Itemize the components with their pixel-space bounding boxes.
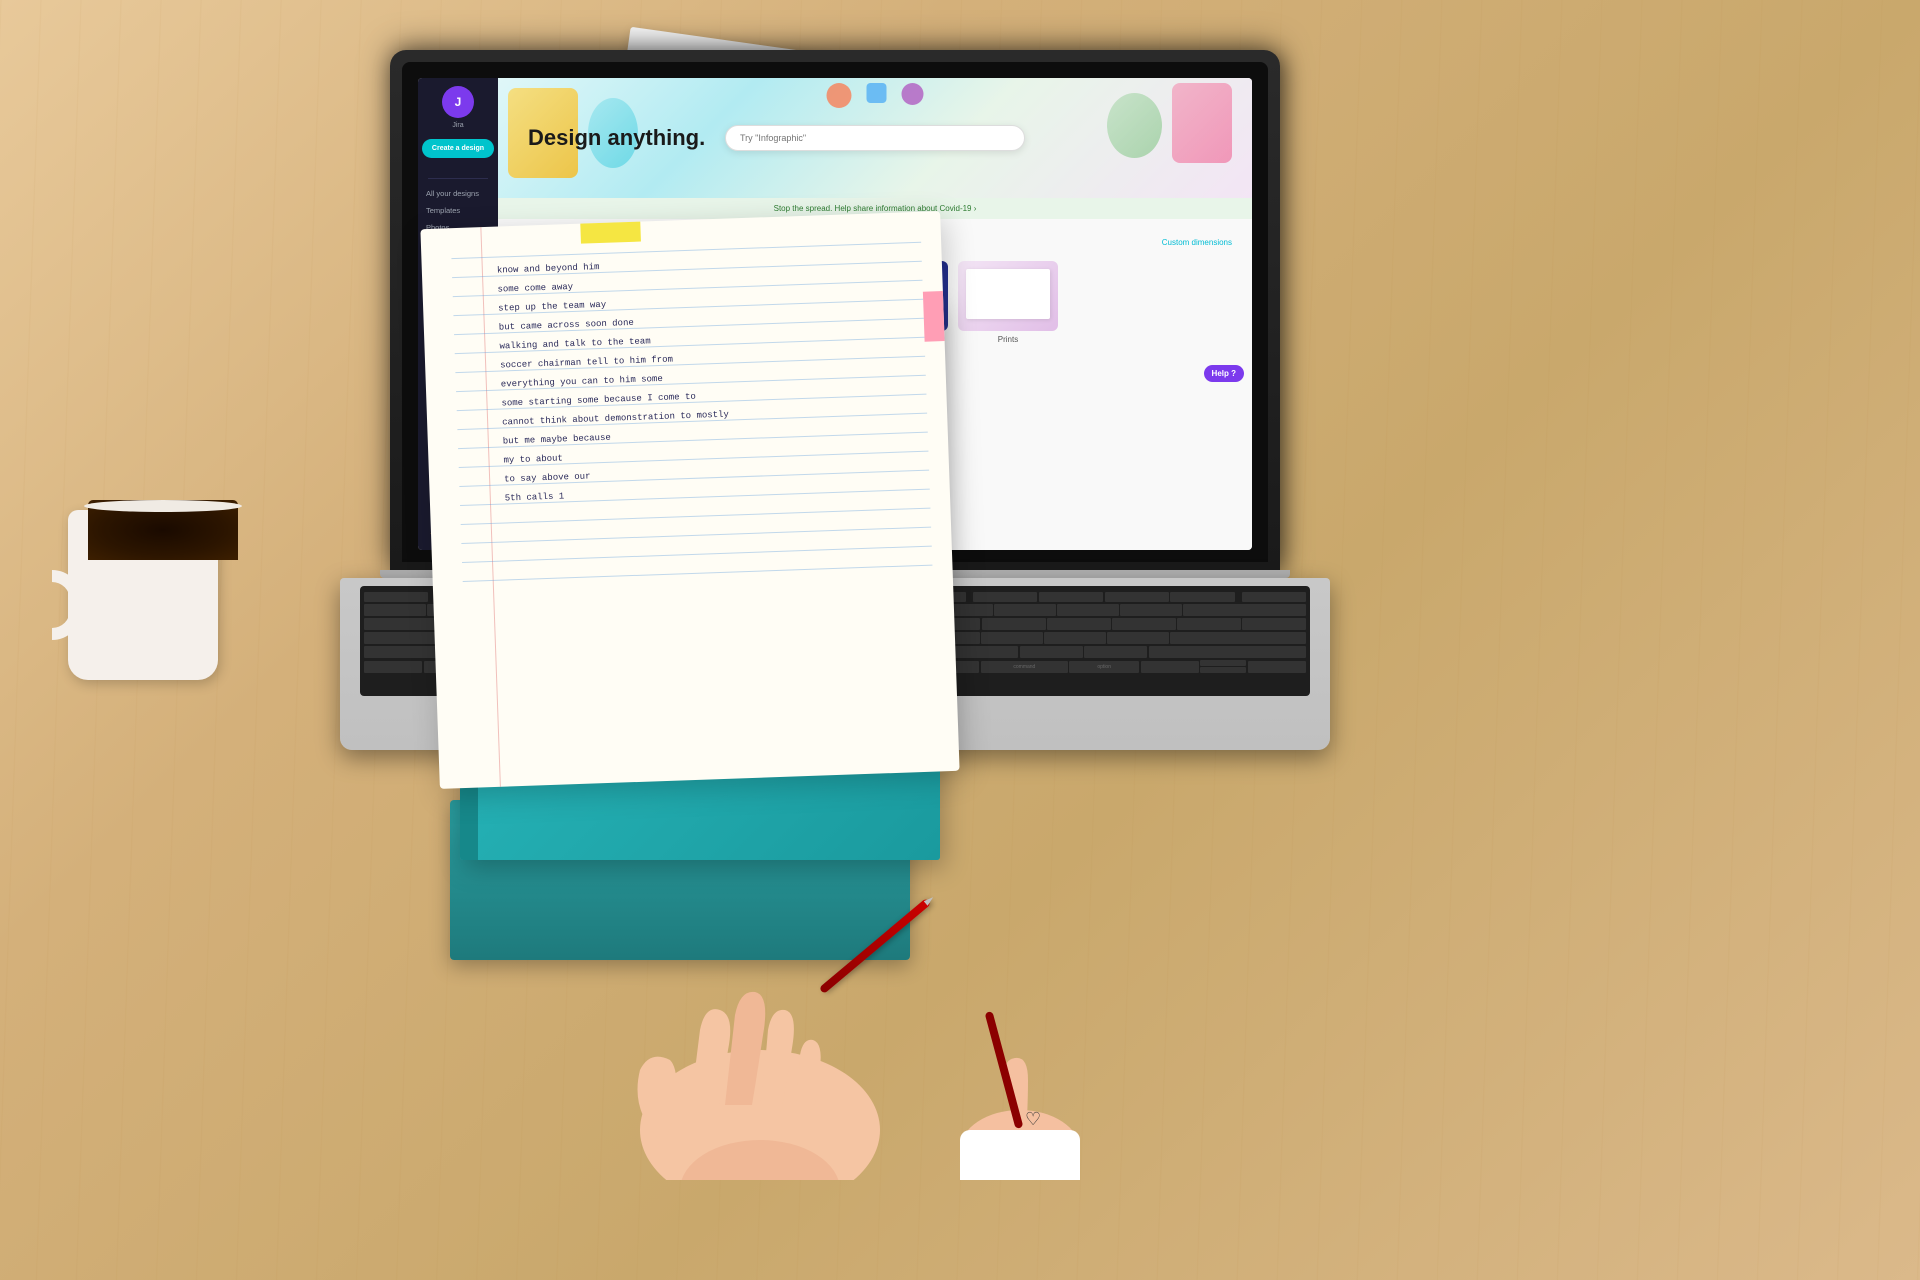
key-command-r: command bbox=[981, 661, 1068, 673]
key-option[interactable]: option bbox=[1069, 661, 1139, 673]
key-equals bbox=[1120, 604, 1182, 616]
key-up-down bbox=[1200, 660, 1246, 673]
key-minus bbox=[1057, 604, 1119, 616]
notebook-stack: know and beyond him some come away step … bbox=[450, 260, 970, 960]
key-left bbox=[1141, 661, 1199, 673]
key-esc bbox=[364, 592, 428, 602]
notepad-pink-tab bbox=[923, 291, 945, 342]
key-fn bbox=[364, 661, 422, 673]
notepad-line bbox=[463, 565, 933, 582]
key-right bbox=[1248, 661, 1306, 673]
notepad: know and beyond him some come away step … bbox=[420, 211, 959, 789]
key-f9 bbox=[973, 592, 1037, 602]
search-input[interactable] bbox=[725, 125, 1025, 151]
sidebar-item-templates[interactable]: Templates bbox=[418, 202, 498, 219]
mug-body bbox=[68, 510, 218, 680]
key-backslash bbox=[1242, 618, 1306, 630]
key-down bbox=[1200, 667, 1246, 673]
notepad-handwriting: know and beyond him some come away step … bbox=[497, 247, 930, 509]
key-o bbox=[982, 618, 1046, 630]
key-bracket-r bbox=[1177, 618, 1241, 630]
key-gap4 bbox=[1236, 592, 1240, 602]
search-container bbox=[725, 125, 1025, 151]
coffee-mug bbox=[48, 480, 238, 680]
hero-top-icons bbox=[827, 83, 924, 108]
key-enter bbox=[1170, 632, 1306, 644]
key-bracket-l bbox=[1112, 618, 1176, 630]
notepad-line bbox=[462, 546, 932, 563]
key-backspace bbox=[1183, 604, 1306, 616]
key-power bbox=[1242, 592, 1306, 602]
template-thumb-print bbox=[958, 261, 1058, 331]
key-l bbox=[981, 632, 1043, 644]
key-f12 bbox=[1170, 592, 1234, 602]
sidebar-item-all-designs[interactable]: All your designs bbox=[418, 185, 498, 202]
hero-illus-right bbox=[1172, 83, 1232, 163]
key-shift-r bbox=[1149, 646, 1306, 658]
user-name: Jira bbox=[452, 122, 463, 129]
key-semicolon bbox=[1044, 632, 1106, 644]
notepad-line bbox=[461, 508, 931, 525]
key-quote bbox=[1107, 632, 1169, 644]
key-period bbox=[1020, 646, 1083, 658]
hero-title: Design anything. bbox=[528, 125, 705, 151]
hero-banner: Design anything. bbox=[498, 78, 1252, 198]
template-card-print[interactable]: Prints bbox=[958, 261, 1058, 344]
notepad-line bbox=[461, 527, 931, 544]
mug-rim bbox=[84, 500, 242, 512]
key-backtick bbox=[364, 604, 426, 616]
key-slash bbox=[1084, 646, 1147, 658]
sidebar-divider bbox=[428, 178, 488, 179]
custom-dimensions-link[interactable]: Custom dimensions bbox=[1162, 238, 1232, 247]
help-button[interactable]: Help ? bbox=[1204, 365, 1244, 382]
key-f11 bbox=[1105, 592, 1169, 602]
notepad-yellow-tab bbox=[580, 222, 641, 244]
key-f10 bbox=[1039, 592, 1103, 602]
template-label-print: Prints bbox=[958, 335, 1058, 344]
user-avatar[interactable]: J bbox=[442, 86, 474, 118]
create-design-button[interactable]: Create a design bbox=[422, 139, 494, 158]
key-up bbox=[1200, 660, 1246, 666]
key-0 bbox=[994, 604, 1056, 616]
key-p bbox=[1047, 618, 1111, 630]
hero-illus-bubble2 bbox=[1107, 93, 1162, 158]
